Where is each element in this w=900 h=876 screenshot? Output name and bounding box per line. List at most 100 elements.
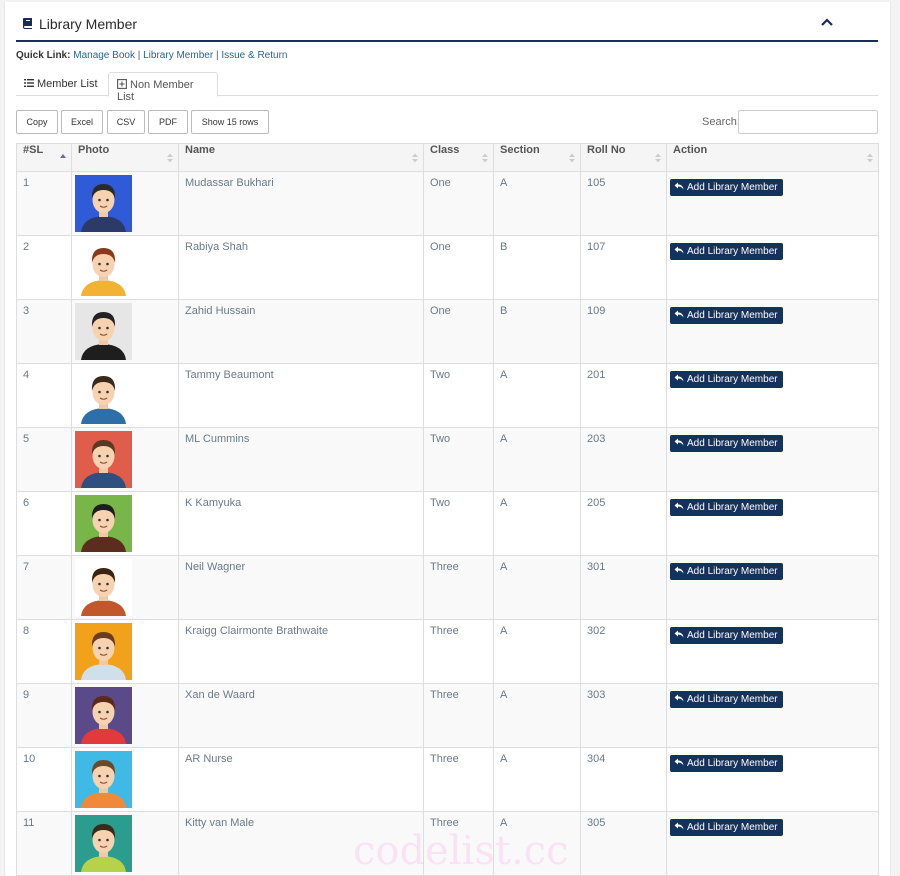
column-header-roll-no[interactable]: Roll No [580,143,667,172]
copy-button[interactable]: Copy [16,110,58,134]
quick-link-library-member[interactable]: Library Member [143,50,213,61]
cell-action: Add Library Member [666,491,879,556]
cell-section: A [493,363,581,428]
pdf-button[interactable]: PDF [148,110,188,134]
panel-header: Library Member [16,2,878,42]
cell-section: B [493,299,581,364]
add-library-member-button[interactable]: Add Library Member [670,307,783,324]
cell-action: Add Library Member [666,171,879,236]
cell-roll-no: 205 [580,491,667,556]
add-library-member-label: Add Library Member [687,822,778,833]
column-header-action[interactable]: Action [666,143,879,172]
sort-icon [569,153,575,163]
cell-action: Add Library Member [666,299,879,364]
quick-link-separator: | [137,50,141,61]
column-header-label: Name [185,144,215,156]
cell-photo [71,747,179,812]
table-row: 3 Zahid Hussain One B 109 Add Library Member [16,299,879,364]
cell-name: K Kamyuka [178,491,424,556]
avatar-image [75,495,132,552]
cell-roll-no: 301 [580,555,667,620]
avatar-image [75,623,132,680]
add-library-member-label: Add Library Member [687,182,778,193]
cell-photo [71,811,179,876]
quick-link-issue-return[interactable]: Issue & Return [221,50,287,61]
cell-roll-no: 107 [580,235,667,300]
add-library-member-label: Add Library Member [687,630,778,641]
add-library-member-button[interactable]: Add Library Member [670,755,783,772]
cell-section: A [493,171,581,236]
sort-icon [655,153,661,163]
cell-photo [71,619,179,684]
reply-icon [674,310,684,318]
cell-action: Add Library Member [666,427,879,492]
add-library-member-button[interactable]: Add Library Member [670,243,783,260]
add-library-member-label: Add Library Member [687,438,778,449]
tab-member-list[interactable]: Member List [16,72,108,97]
cell-roll-no: 304 [580,747,667,812]
tab-bar: Member List Non Member List [16,72,878,103]
add-library-member-button[interactable]: Add Library Member [670,563,783,580]
cell-section: A [493,619,581,684]
excel-button[interactable]: Excel [61,110,103,134]
cell-sl: 11 [16,811,72,876]
cell-roll-no: 305 [580,811,667,876]
avatar-image [75,175,132,232]
cell-name: Tammy Beaumont [178,363,424,428]
column-header-name[interactable]: Name [178,143,424,172]
avatar-image [75,559,132,616]
add-library-member-button[interactable]: Add Library Member [670,371,783,388]
sort-asc-icon [60,154,66,158]
table-row: 8 Kraigg Clairmonte Brathwaite Three A 302 Ad… [16,619,879,684]
add-library-member-button[interactable]: Add Library Member [670,499,783,516]
table-row: 7 Neil Wagner Three A 301 Add Library Member [16,555,879,620]
add-library-member-button[interactable]: Add Library Member [670,627,783,644]
cell-sl: 7 [16,555,72,620]
cell-name: Neil Wagner [178,555,424,620]
column-header-sl[interactable]: #SL [16,143,72,172]
quick-link-separator: | [215,50,219,61]
add-library-member-button[interactable]: Add Library Member [670,179,783,196]
table-row: 9 Xan de Waard Three A 303 Add Library Member [16,683,879,748]
cell-class: One [423,235,494,300]
cell-class: Two [423,427,494,492]
cell-photo [71,491,179,556]
reply-icon [674,502,684,510]
cell-name: Xan de Waard [178,683,424,748]
quick-link-label: Quick Link: [16,50,71,61]
chevron-up-icon[interactable] [820,16,834,28]
tab-non-member-list[interactable]: Non Member List [108,72,218,103]
column-header-class[interactable]: Class [423,143,494,172]
add-library-member-button[interactable]: Add Library Member [670,819,783,836]
column-header-section[interactable]: Section [493,143,581,172]
column-header-photo[interactable]: Photo [71,143,179,172]
reply-icon [674,374,684,382]
cell-sl: 6 [16,491,72,556]
cell-name: AR Nurse [178,747,424,812]
cell-sl: 8 [16,619,72,684]
table-row: 2 Rabiya Shah One B 107 Add Library Member [16,235,879,300]
add-library-member-label: Add Library Member [687,310,778,321]
search-input[interactable] [738,110,878,134]
add-library-member-button[interactable]: Add Library Member [670,691,783,708]
panel-title: Library Member [39,16,138,32]
cell-name: Kraigg Clairmonte Brathwaite [178,619,424,684]
add-library-member-button[interactable]: Add Library Member [670,435,783,452]
csv-button[interactable]: CSV [107,110,145,134]
tab-label: Non Member List [117,79,194,103]
cell-class: One [423,299,494,364]
square-plus-icon [117,79,127,89]
reply-icon [674,182,684,190]
avatar-image [75,303,132,360]
quick-link-manage-book[interactable]: Manage Book [73,50,135,61]
avatar-image [75,687,132,744]
add-library-member-label: Add Library Member [687,694,778,705]
avatar-image [75,367,132,424]
reply-icon [674,694,684,702]
sort-icon [867,153,873,163]
show-rows-button[interactable]: Show 15 rows [191,110,269,134]
tab-label: Member List [37,78,98,90]
reply-icon [674,438,684,446]
add-library-member-label: Add Library Member [687,374,778,385]
avatar-image [75,751,132,808]
